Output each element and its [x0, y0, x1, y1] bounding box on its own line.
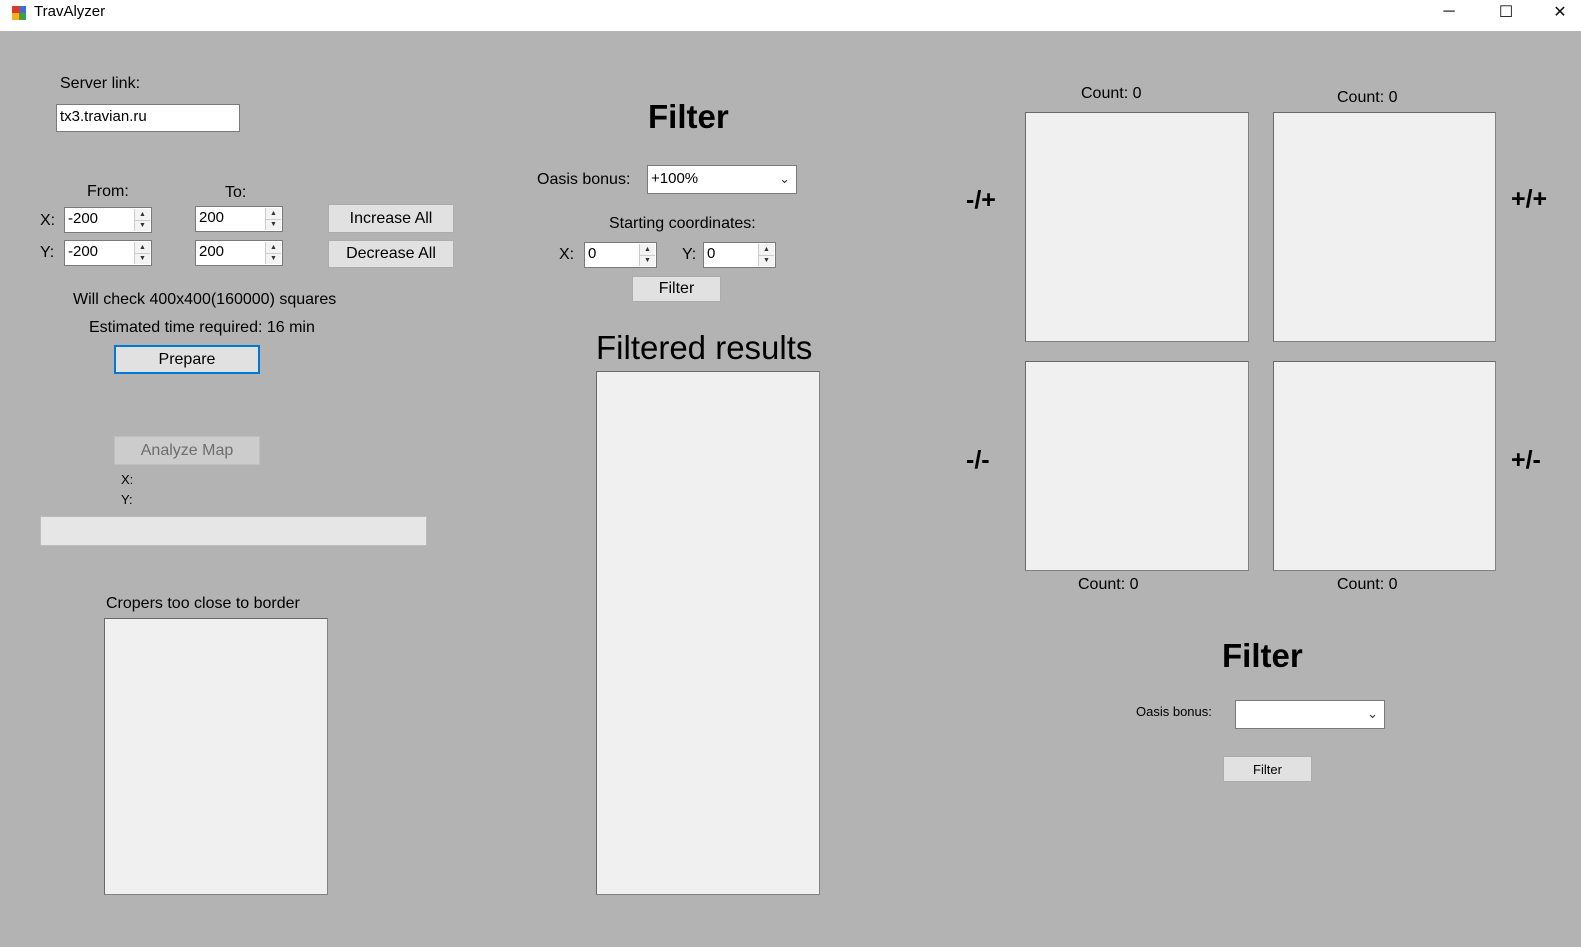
start-x-label: X:: [559, 246, 575, 263]
count-top-right: Count: 0: [1337, 89, 1398, 106]
count-bottom-left: Count: 0: [1078, 576, 1139, 593]
oasis-bonus-select[interactable]: +100% ⌄: [647, 165, 797, 194]
quadrant-pos-neg-label: +/-: [1511, 446, 1541, 474]
start-y-label: Y:: [682, 246, 697, 263]
analyze-y-label: Y:: [121, 492, 133, 507]
from-y-value: -200: [68, 243, 99, 260]
server-link-input[interactable]: tx3.travian.ru: [56, 104, 240, 132]
quadrant-neg-neg-label: -/-: [966, 446, 990, 474]
estimated-time-text: Estimated time required: 16 min: [89, 319, 315, 336]
will-check-text: Will check 400x400(160000) squares: [73, 291, 337, 308]
quadrant-pos-neg-list[interactable]: [1273, 361, 1496, 571]
quadrant-neg-neg-list[interactable]: [1025, 361, 1249, 571]
from-x-stepper[interactable]: -200 ▲ ▼: [64, 207, 152, 233]
decrease-all-button[interactable]: Decrease All: [328, 240, 454, 268]
start-y-value: 0: [707, 245, 716, 262]
filter-button[interactable]: Filter: [632, 276, 721, 302]
quadrant-pos-pos-label: +/+: [1511, 185, 1548, 213]
minimize-icon: ─: [1443, 3, 1455, 20]
oasis-bonus-label-right: Oasis bonus:: [1136, 704, 1212, 719]
to-x-value: 200: [199, 209, 225, 226]
app-icon: [12, 6, 26, 20]
filter-heading: Filter: [648, 98, 729, 135]
filtered-results-heading: Filtered results: [596, 329, 813, 366]
arrow-down-icon[interactable]: ▼: [759, 255, 774, 266]
range-y-label: Y:: [40, 244, 55, 261]
maximize-icon: ☐: [1498, 4, 1514, 21]
range-x-label: X:: [40, 212, 56, 229]
progress-bar: [40, 516, 427, 546]
filter-heading-right: Filter: [1222, 637, 1303, 674]
start-y-stepper[interactable]: 0 ▲ ▼: [703, 242, 776, 268]
start-x-value: 0: [588, 245, 597, 262]
maximize-button[interactable]: ☐: [1483, 0, 1529, 24]
quadrant-pos-pos-list[interactable]: [1273, 112, 1496, 342]
from-x-value: -200: [68, 210, 99, 227]
oasis-bonus-label: Oasis bonus:: [537, 171, 631, 188]
chevron-down-icon: ⌄: [779, 171, 790, 186]
count-bottom-right: Count: 0: [1337, 576, 1398, 593]
prepare-button[interactable]: Prepare: [114, 345, 260, 374]
to-x-stepper[interactable]: 200 ▲ ▼: [195, 206, 283, 232]
oasis-bonus-select-right[interactable]: ⌄: [1235, 700, 1385, 729]
to-y-value: 200: [199, 243, 225, 260]
server-link-label: Server link:: [60, 75, 141, 92]
chevron-down-icon: ⌄: [1367, 706, 1378, 721]
increase-all-button[interactable]: Increase All: [328, 204, 454, 233]
arrow-down-icon[interactable]: ▼: [266, 253, 281, 264]
croppers-label: Cropers too close to border: [106, 595, 300, 612]
starting-coordinates-label: Starting coordinates:: [609, 215, 756, 232]
arrow-down-icon[interactable]: ▼: [135, 253, 150, 264]
filtered-results-list[interactable]: [596, 371, 820, 895]
filter-button-right[interactable]: Filter: [1223, 756, 1312, 782]
analyze-x-label: X:: [121, 472, 134, 487]
from-label: From:: [87, 183, 129, 200]
to-y-stepper[interactable]: 200 ▲ ▼: [195, 240, 283, 266]
close-button[interactable]: ✕: [1537, 0, 1581, 24]
croppers-list[interactable]: [104, 618, 328, 895]
quadrant-neg-pos-list[interactable]: [1025, 112, 1249, 342]
arrow-down-icon[interactable]: ▼: [135, 220, 150, 231]
from-y-stepper[interactable]: -200 ▲ ▼: [64, 240, 152, 266]
to-label: To:: [225, 184, 247, 201]
title-bar: TravAlyzer ─ ☐ ✕: [0, 0, 1581, 31]
quadrant-neg-pos-label: -/+: [966, 186, 996, 214]
minimize-button[interactable]: ─: [1426, 0, 1472, 24]
window-title: TravAlyzer: [34, 3, 106, 20]
count-top-left: Count: 0: [1081, 85, 1142, 102]
close-icon: ✕: [1553, 4, 1567, 21]
arrow-down-icon[interactable]: ▼: [266, 219, 281, 230]
arrow-down-icon[interactable]: ▼: [640, 255, 655, 266]
analyze-map-button[interactable]: Analyze Map: [114, 436, 260, 465]
oasis-bonus-value: +100%: [651, 170, 699, 187]
start-x-stepper[interactable]: 0 ▲ ▼: [584, 242, 657, 268]
